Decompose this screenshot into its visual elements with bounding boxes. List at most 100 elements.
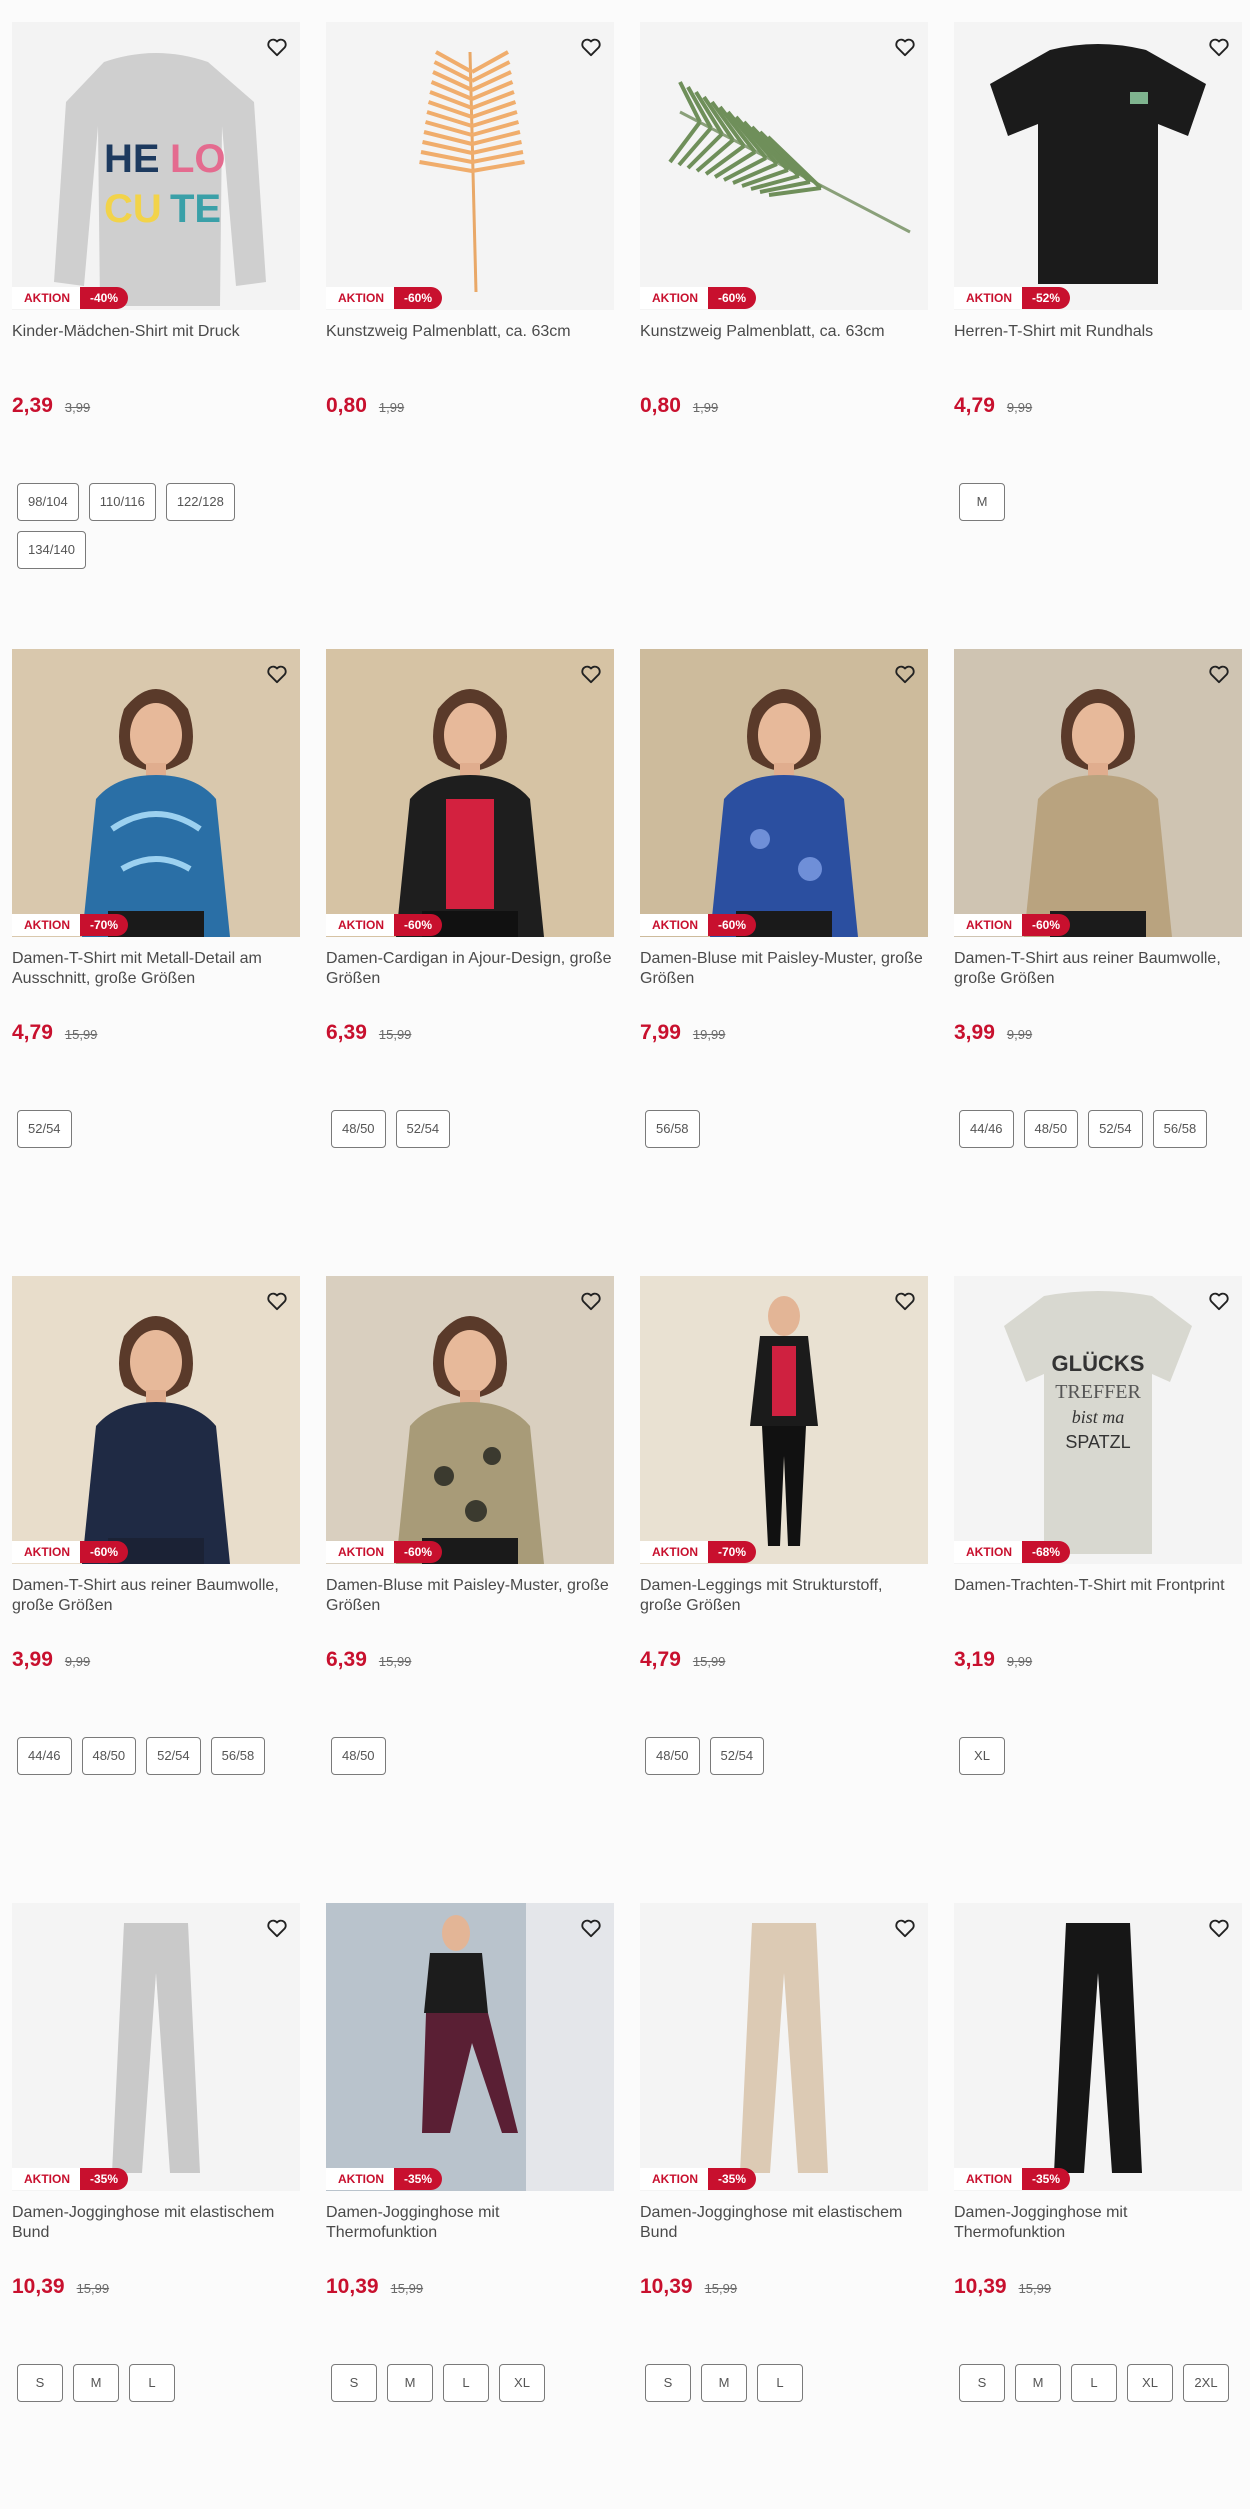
size-option-button[interactable]: XL bbox=[959, 1737, 1005, 1775]
size-option-button[interactable]: 52/54 bbox=[17, 1110, 72, 1148]
favorite-heart-icon[interactable] bbox=[576, 1286, 606, 1316]
size-option-button[interactable]: XL bbox=[1127, 2364, 1173, 2402]
favorite-heart-icon[interactable] bbox=[262, 1286, 292, 1316]
product-image[interactable]: AKTION -35% bbox=[640, 1903, 928, 2191]
product-image[interactable]: AKTION -60% bbox=[640, 22, 928, 310]
size-option-button[interactable]: 56/58 bbox=[1152, 1110, 1208, 1148]
product-image[interactable]: HE LO CU TE AKTION -40% bbox=[12, 22, 300, 310]
product-card[interactable]: AKTION -70% Damen-T-Shirt mit Metall-Det… bbox=[12, 649, 300, 1249]
size-option-button[interactable]: L bbox=[129, 2364, 175, 2402]
size-option-button[interactable]: 122/128 bbox=[165, 483, 235, 521]
favorite-heart-icon[interactable] bbox=[262, 659, 292, 689]
product-card[interactable]: AKTION -60% Kunstzweig Palmenblatt, ca. … bbox=[326, 22, 614, 622]
product-image[interactable]: AKTION -60% bbox=[954, 649, 1242, 937]
product-title[interactable]: Damen-T-Shirt aus reiner Baumwolle, groß… bbox=[12, 1576, 300, 1616]
favorite-heart-icon[interactable] bbox=[576, 32, 606, 62]
product-card[interactable]: AKTION -60% Damen-Bluse mit Paisley-Must… bbox=[640, 649, 928, 1249]
product-card[interactable]: AKTION -35% Damen-Jogginghose mit Thermo… bbox=[326, 1903, 614, 2503]
product-title[interactable]: Damen-Jogginghose mit Thermofunktion bbox=[326, 2203, 614, 2243]
product-image[interactable]: AKTION -35% bbox=[326, 1903, 614, 2191]
favorite-heart-icon[interactable] bbox=[262, 1913, 292, 1943]
size-option-button[interactable]: M bbox=[1015, 2364, 1061, 2402]
product-card[interactable]: AKTION -60% Kunstzweig Palmenblatt, ca. … bbox=[640, 22, 928, 622]
product-image[interactable]: AKTION -35% bbox=[12, 1903, 300, 2191]
product-card[interactable]: AKTION -60% Damen-Cardigan in Ajour-Desi… bbox=[326, 649, 614, 1249]
product-title[interactable]: Damen-T-Shirt mit Metall-Detail am Aussc… bbox=[12, 949, 300, 989]
size-option-button[interactable]: 52/54 bbox=[146, 1737, 201, 1775]
product-card[interactable]: AKTION -60% Damen-T-Shirt aus reiner Bau… bbox=[954, 649, 1242, 1249]
size-option-button[interactable]: S bbox=[645, 2364, 691, 2402]
size-option-button[interactable]: 44/46 bbox=[959, 1110, 1014, 1148]
favorite-heart-icon[interactable] bbox=[890, 1286, 920, 1316]
size-option-button[interactable]: 98/104 bbox=[17, 483, 79, 521]
product-card[interactable]: AKTION -60% Damen-Bluse mit Paisley-Must… bbox=[326, 1276, 614, 1876]
product-card[interactable]: HE LO CU TE AKTION -40% Kinder-Mädchen-S… bbox=[12, 22, 300, 622]
product-card[interactable]: AKTION -70% Damen-Leggings mit Strukturs… bbox=[640, 1276, 928, 1876]
product-card[interactable]: AKTION -35% Damen-Jogginghose mit elasti… bbox=[640, 1903, 928, 2503]
product-image[interactable]: AKTION -60% bbox=[326, 22, 614, 310]
favorite-heart-icon[interactable] bbox=[576, 1913, 606, 1943]
product-image[interactable]: AKTION -70% bbox=[12, 649, 300, 937]
favorite-heart-icon[interactable] bbox=[890, 32, 920, 62]
favorite-heart-icon[interactable] bbox=[1204, 32, 1234, 62]
favorite-heart-icon[interactable] bbox=[1204, 1286, 1234, 1316]
product-title[interactable]: Damen-Jogginghose mit Thermofunktion bbox=[954, 2203, 1242, 2243]
size-option-button[interactable]: 48/50 bbox=[331, 1737, 386, 1775]
size-option-button[interactable]: 52/54 bbox=[1088, 1110, 1143, 1148]
size-option-button[interactable]: 56/58 bbox=[210, 1737, 266, 1775]
product-card[interactable]: AKTION -60% Damen-T-Shirt aus reiner Bau… bbox=[12, 1276, 300, 1876]
product-card[interactable]: AKTION -35% Damen-Jogginghose mit Thermo… bbox=[954, 1903, 1242, 2503]
size-option-button[interactable]: M bbox=[959, 483, 1005, 521]
favorite-heart-icon[interactable] bbox=[1204, 659, 1234, 689]
size-option-button[interactable]: 44/46 bbox=[17, 1737, 72, 1775]
size-option-button[interactable]: 2XL bbox=[1183, 2364, 1229, 2402]
product-image[interactable]: AKTION -60% bbox=[640, 649, 928, 937]
size-option-button[interactable]: L bbox=[757, 2364, 803, 2402]
size-option-button[interactable]: 134/140 bbox=[17, 531, 86, 569]
size-option-button[interactable]: 52/54 bbox=[395, 1110, 451, 1148]
product-image[interactable]: AKTION -70% bbox=[640, 1276, 928, 1564]
product-title[interactable]: Damen-Jogginghose mit elastischem Bund bbox=[12, 2203, 300, 2243]
size-option-button[interactable]: 48/50 bbox=[331, 1110, 386, 1148]
size-option-button[interactable]: M bbox=[73, 2364, 119, 2402]
product-title[interactable]: Kunstzweig Palmenblatt, ca. 63cm bbox=[640, 322, 928, 342]
product-image[interactable]: GLÜCKS TREFFER bist ma SPATZL AKTION -68… bbox=[954, 1276, 1242, 1564]
product-title[interactable]: Kinder-Mädchen-Shirt mit Druck bbox=[12, 322, 300, 342]
size-option-button[interactable]: M bbox=[387, 2364, 433, 2402]
product-image[interactable]: AKTION -60% bbox=[326, 1276, 614, 1564]
product-title[interactable]: Herren-T-Shirt mit Rundhals bbox=[954, 322, 1242, 342]
product-title[interactable]: Damen-Bluse mit Paisley-Muster, große Gr… bbox=[326, 1576, 614, 1616]
product-title[interactable]: Damen-Bluse mit Paisley-Muster, große Gr… bbox=[640, 949, 928, 989]
size-option-button[interactable]: 52/54 bbox=[709, 1737, 765, 1775]
size-option-button[interactable]: M bbox=[701, 2364, 747, 2402]
size-option-button[interactable]: 110/116 bbox=[88, 483, 156, 521]
favorite-heart-icon[interactable] bbox=[890, 1913, 920, 1943]
favorite-heart-icon[interactable] bbox=[890, 659, 920, 689]
product-image[interactable]: AKTION -60% bbox=[326, 649, 614, 937]
product-title[interactable]: Damen-Leggings mit Strukturstoff, große … bbox=[640, 1576, 928, 1616]
product-card[interactable]: AKTION -35% Damen-Jogginghose mit elasti… bbox=[12, 1903, 300, 2503]
size-option-button[interactable]: S bbox=[17, 2364, 63, 2402]
size-option-button[interactable]: L bbox=[1071, 2364, 1117, 2402]
size-option-button[interactable]: 48/50 bbox=[81, 1737, 137, 1775]
product-title[interactable]: Damen-Trachten-T-Shirt mit Frontprint bbox=[954, 1576, 1242, 1596]
product-title[interactable]: Kunstzweig Palmenblatt, ca. 63cm bbox=[326, 322, 614, 342]
product-title[interactable]: Damen-Jogginghose mit elastischem Bund bbox=[640, 2203, 928, 2243]
size-option-button[interactable]: 48/50 bbox=[645, 1737, 700, 1775]
size-option-button[interactable]: S bbox=[959, 2364, 1005, 2402]
product-card[interactable]: GLÜCKS TREFFER bist ma SPATZL AKTION -68… bbox=[954, 1276, 1242, 1876]
favorite-heart-icon[interactable] bbox=[1204, 1913, 1234, 1943]
product-image[interactable]: AKTION -52% bbox=[954, 22, 1242, 310]
product-image[interactable]: AKTION -35% bbox=[954, 1903, 1242, 2191]
product-image[interactable]: AKTION -60% bbox=[12, 1276, 300, 1564]
size-option-button[interactable]: L bbox=[443, 2364, 489, 2402]
size-option-button[interactable]: XL bbox=[499, 2364, 545, 2402]
product-title[interactable]: Damen-Cardigan in Ajour-Design, große Gr… bbox=[326, 949, 614, 989]
product-title[interactable]: Damen-T-Shirt aus reiner Baumwolle, groß… bbox=[954, 949, 1242, 989]
favorite-heart-icon[interactable] bbox=[262, 32, 292, 62]
size-option-button[interactable]: 56/58 bbox=[645, 1110, 700, 1148]
product-card[interactable]: AKTION -52% Herren-T-Shirt mit Rundhals … bbox=[954, 22, 1242, 622]
size-option-button[interactable]: 48/50 bbox=[1023, 1110, 1079, 1148]
favorite-heart-icon[interactable] bbox=[576, 659, 606, 689]
size-option-button[interactable]: S bbox=[331, 2364, 377, 2402]
